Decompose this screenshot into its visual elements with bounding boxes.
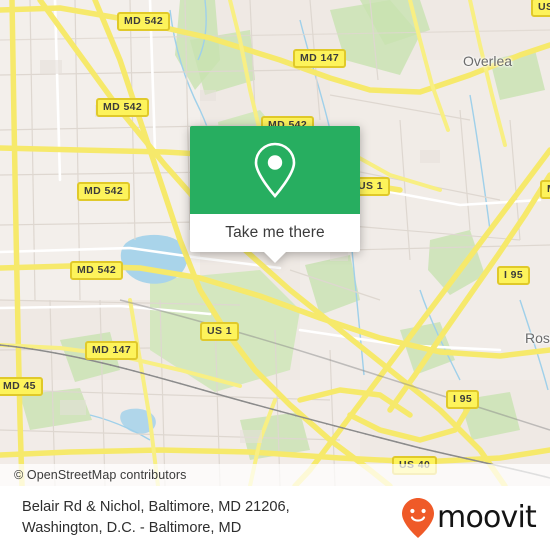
- moovit-wordmark: moovit: [437, 500, 537, 535]
- road-shield: MD 542: [70, 261, 124, 280]
- road-shield: MD 147: [85, 341, 139, 360]
- popup-header: [190, 126, 360, 214]
- road-shield: MD 7: [540, 180, 550, 199]
- location-line-1: Belair Rd & Nichol, Baltimore, MD 21206,: [22, 499, 290, 515]
- place-label: Overlea: [463, 53, 513, 69]
- moovit-logo[interactable]: moovit: [401, 497, 537, 539]
- map-pin-icon: [254, 142, 296, 198]
- road-shield: US 40: [531, 0, 550, 17]
- popup-tail-pointer: [264, 252, 286, 263]
- popup-footer[interactable]: Take me there: [190, 214, 360, 263]
- road-shield: I 95: [446, 390, 480, 409]
- take-me-there-label: Take me there: [225, 224, 325, 241]
- road-shield: MD 542: [96, 98, 150, 117]
- moovit-map-card: .land { fill:#efe9e4; } .urban { fill:#f…: [0, 0, 550, 550]
- road-shield: MD 542: [117, 12, 171, 31]
- map-attribution-bar: © OpenStreetMap contributors: [0, 464, 550, 486]
- road-shield: MD 542: [77, 182, 131, 201]
- location-line-2: Washington, D.C. - Baltimore, MD: [22, 520, 242, 536]
- road-shield: MD 147: [293, 49, 347, 68]
- footer-bar: Belair Rd & Nichol, Baltimore, MD 21206,…: [0, 486, 550, 550]
- road-shield: MD 45: [0, 377, 43, 396]
- location-description: Belair Rd & Nichol, Baltimore, MD 21206,…: [22, 497, 290, 539]
- location-popup-card[interactable]: Take me there: [190, 126, 360, 263]
- road-shield: I 95: [497, 266, 531, 285]
- place-label: Rosedale: [525, 330, 550, 346]
- osm-attribution-text: © OpenStreetMap contributors: [14, 468, 187, 482]
- map-canvas[interactable]: .land { fill:#efe9e4; } .urban { fill:#f…: [0, 0, 550, 486]
- moovit-smiley-pin-icon: [402, 498, 435, 538]
- road-shield: US 1: [200, 322, 239, 341]
